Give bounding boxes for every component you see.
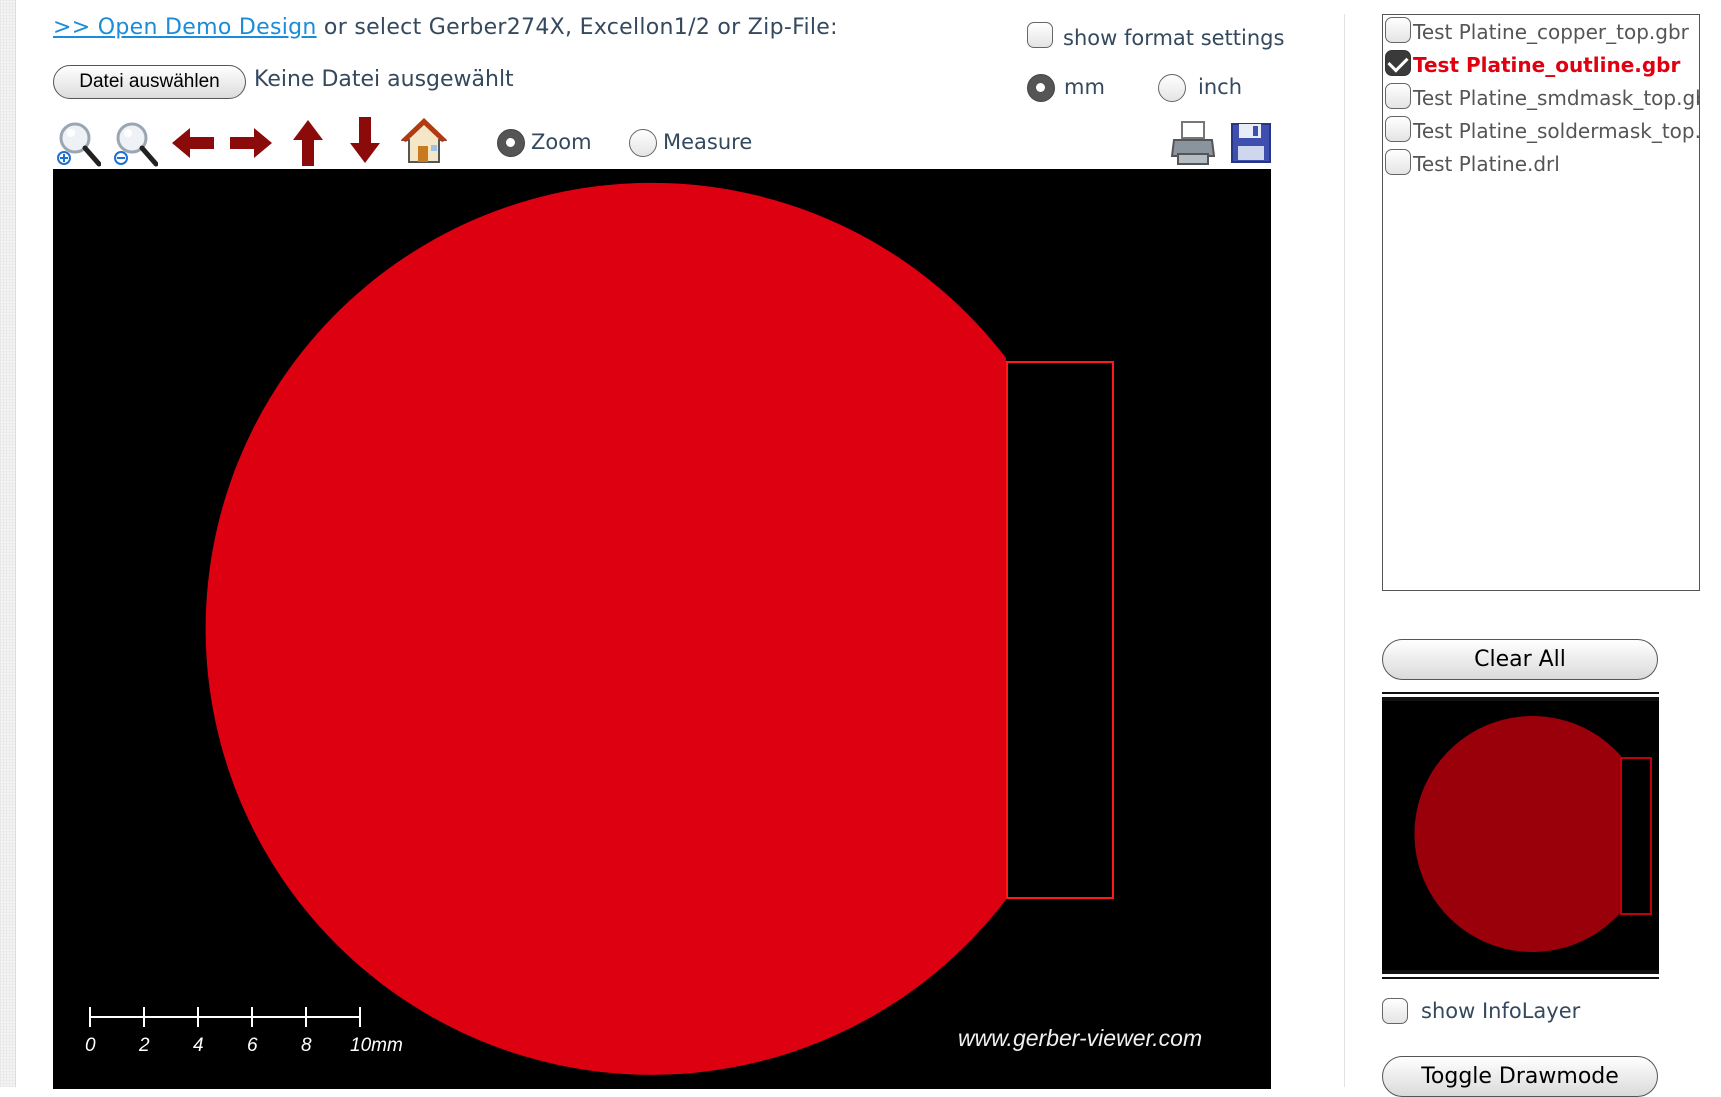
- choose-file-button[interactable]: Datei auswählen: [53, 65, 246, 99]
- column-divider: [1344, 14, 1345, 1087]
- layer-list[interactable]: Test Platine_copper_top.gbr Test Platine…: [1382, 14, 1700, 591]
- watermark-text: www.gerber-viewer.com: [958, 1025, 1202, 1051]
- print-icon[interactable]: [1170, 118, 1216, 168]
- scale-bar-label: 0: [85, 1035, 96, 1056]
- arrow-down-icon[interactable]: [342, 115, 388, 165]
- save-icon[interactable]: [1228, 118, 1274, 168]
- layer-name: Test Platine_outline.gbr: [1413, 53, 1681, 77]
- unit-inch-radio[interactable]: [1158, 74, 1186, 102]
- arrow-left-icon[interactable]: [170, 118, 216, 168]
- clear-all-button[interactable]: Clear All: [1382, 639, 1658, 680]
- preview-render: [1414, 716, 1652, 952]
- measure-mode-radio[interactable]: [629, 129, 657, 157]
- scale-bar-label: 6: [247, 1035, 258, 1056]
- zoom-mode-radio[interactable]: [497, 129, 525, 157]
- board-tab-outline: [1006, 361, 1114, 899]
- zoom-mode-label: Zoom: [531, 130, 592, 154]
- arrow-up-icon[interactable]: [285, 118, 331, 168]
- select-file-text: or select Gerber274X, Excellon1/2 or Zip…: [316, 15, 838, 40]
- layer-name: Test Platine_smdmask_top.gbr: [1413, 86, 1700, 110]
- unit-mm-label: mm: [1064, 75, 1105, 99]
- show-format-settings-label: show format settings: [1063, 26, 1285, 50]
- file-select-prompt: >> Open Demo Design or select Gerber274X…: [53, 15, 838, 40]
- layer-checkbox[interactable]: [1385, 50, 1411, 76]
- gerber-render: 0 2 4 6 8 10mm www.gerber-viewer.com: [85, 182, 1202, 1075]
- left-border-strip: [0, 0, 16, 1087]
- zoom-out-icon[interactable]: [112, 118, 158, 168]
- preview-thumbnail[interactable]: [1382, 692, 1659, 979]
- open-demo-link[interactable]: >> Open Demo Design: [53, 15, 317, 40]
- preview-tab-outline: [1620, 757, 1652, 915]
- layer-item[interactable]: Test Platine_smdmask_top.gbr: [1383, 81, 1699, 114]
- no-file-label: Keine Datei ausgewählt: [254, 67, 514, 92]
- layer-checkbox[interactable]: [1385, 83, 1411, 109]
- show-infolayer-checkbox[interactable]: [1382, 998, 1408, 1024]
- show-infolayer-label: show InfoLayer: [1421, 999, 1581, 1023]
- toggle-drawmode-button[interactable]: Toggle Drawmode: [1382, 1056, 1658, 1097]
- arrow-right-icon[interactable]: [228, 118, 274, 168]
- measure-mode-label: Measure: [663, 130, 753, 154]
- layer-item[interactable]: Test Platine.drl: [1383, 147, 1699, 180]
- gerber-viewer-canvas[interactable]: 0 2 4 6 8 10mm www.gerber-viewer.com: [53, 169, 1271, 1089]
- layer-checkbox[interactable]: [1385, 149, 1411, 175]
- layer-checkbox[interactable]: [1385, 17, 1411, 43]
- layer-name: Test Platine_soldermask_top.gbr: [1413, 119, 1699, 143]
- layer-item[interactable]: Test Platine_outline.gbr: [1383, 48, 1699, 81]
- layer-name: Test Platine_copper_top.gbr: [1413, 20, 1689, 44]
- unit-inch-label: inch: [1198, 75, 1242, 99]
- home-icon[interactable]: [401, 116, 447, 166]
- layer-name: Test Platine.drl: [1413, 152, 1560, 176]
- show-format-settings-checkbox[interactable]: [1027, 22, 1053, 48]
- scale-bar-label: 10mm: [350, 1035, 403, 1056]
- board-outline-fill: [205, 182, 1009, 1075]
- scale-bar: 0 2 4 6 8 10mm: [85, 1007, 403, 1056]
- scale-bar-label: 8: [301, 1035, 312, 1056]
- layer-checkbox[interactable]: [1385, 116, 1411, 142]
- layer-item[interactable]: Test Platine_soldermask_top.gbr: [1383, 114, 1699, 147]
- unit-mm-radio[interactable]: [1027, 74, 1055, 102]
- layer-item[interactable]: Test Platine_copper_top.gbr: [1383, 15, 1699, 48]
- zoom-in-icon[interactable]: [55, 118, 101, 168]
- scale-bar-label: 4: [193, 1035, 204, 1056]
- preview-board-fill: [1414, 716, 1621, 952]
- scale-bar-label: 2: [138, 1035, 150, 1056]
